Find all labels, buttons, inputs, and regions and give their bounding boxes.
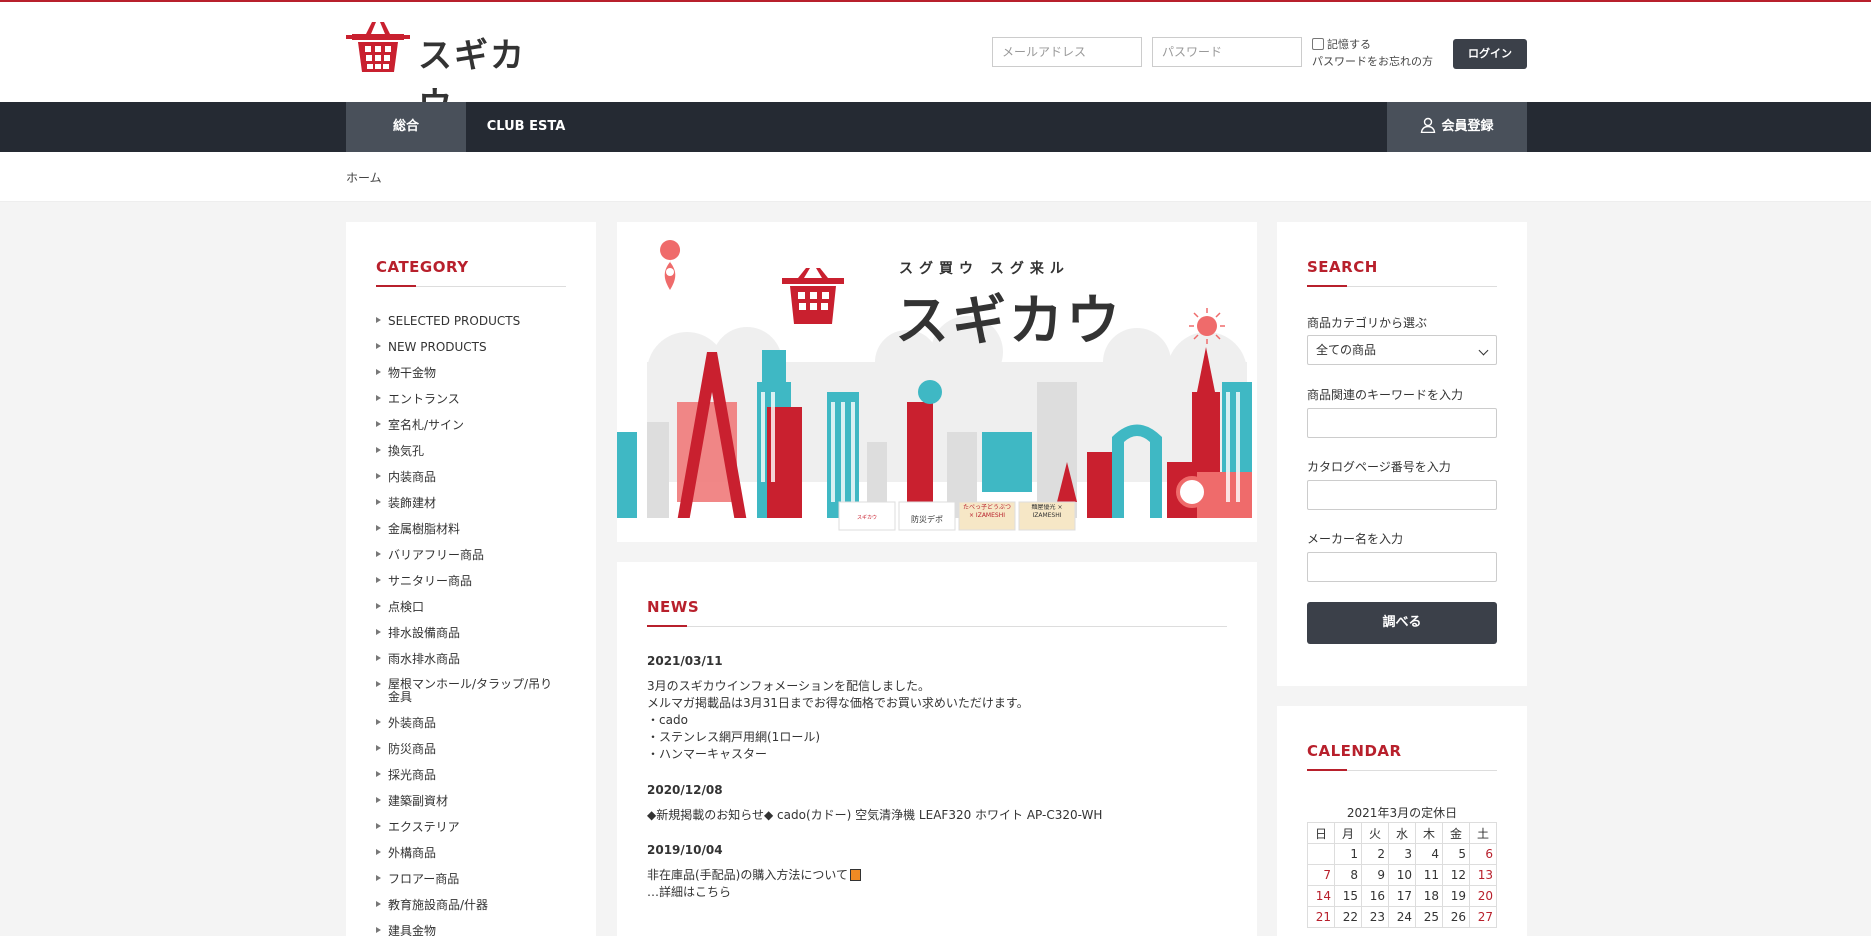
category-item[interactable]: SELECTED PRODUCTS [376,314,576,328]
calendar-title-rule [1307,769,1497,771]
news-date: 2021/03/11 [647,654,723,668]
category-item[interactable]: NEW PRODUCTS [376,340,576,354]
email-input[interactable]: メールアドレス [992,37,1142,67]
new-badge-icon [850,869,862,881]
user-icon [1421,117,1436,134]
chevron-down-icon [1478,345,1489,356]
password-input[interactable]: パスワード [1152,37,1302,67]
news-title: NEWS [647,598,700,616]
hero-banner[interactable]: スグ買ウ スグ来ル スギカウ スギカウ 防災デポ たべっ子どうぶつ × IZAM… [617,222,1257,542]
keyword-label: 商品関連のキーワードを入力 [1307,388,1464,402]
category-title: CATEGORY [376,258,469,276]
main-nav: 総合 CLUB ESTA 会員登録 [0,102,1871,152]
details-link[interactable]: …詳細はこちら [647,884,861,901]
category-item[interactable]: 換気孔 [376,444,576,458]
category-item[interactable]: 外装商品 [376,716,576,730]
map-pin-icon [660,240,681,290]
category-panel: CATEGORY SELECTED PRODUCTS NEW PRODUCTS … [346,222,596,936]
site-header: スギカウ メールアドレス パスワード 記憶する パスワードをお忘れの方 ログイン [0,2,1871,125]
banner-thumb-menya[interactable]: 麺屋優光 × IZAMESHI [1021,504,1073,520]
category-item[interactable]: エントランス [376,392,576,406]
category-item[interactable]: 室名札/サイン [376,418,576,432]
category-select-label: 商品カテゴリから選ぶ [1307,316,1428,330]
catalog-label: カタログページ番号を入力 [1307,460,1451,474]
register-button[interactable]: 会員登録 [1387,102,1527,152]
tab-club-esta[interactable]: CLUB ESTA [466,102,586,152]
category-item[interactable]: 装飾建材 [376,496,576,510]
remember-area: 記憶する パスワードをお忘れの方 [1312,36,1433,70]
category-item[interactable]: サニタリー商品 [376,574,576,588]
category-item[interactable]: 金属樹脂材料 [376,522,576,536]
login-button[interactable]: ログイン [1453,39,1527,69]
search-title: SEARCH [1307,258,1378,276]
news-body[interactable]: ◆新規掲載のお知らせ◆ cado(カドー) 空気清浄機 LEAF320 ホワイト… [647,807,1102,824]
catalog-page-input[interactable] [1307,480,1497,510]
category-item[interactable]: エクステリア [376,820,576,834]
calendar-week: 7 8 9 10 11 12 13 [1307,864,1497,886]
news-date: 2020/12/08 [647,783,723,797]
news-body: 3月のスギカウインフォメーションを配信しました。 メルマガ掲載品は3月31日まで… [647,679,1029,761]
category-item[interactable]: バリアフリー商品 [376,548,576,562]
maker-label: メーカー名を入力 [1307,532,1404,546]
calendar-caption: 2021年3月の定休日 [1346,806,1458,820]
breadcrumb: ホーム [0,152,1871,202]
search-button[interactable]: 調べる [1307,602,1497,644]
category-item[interactable]: 外構商品 [376,846,576,860]
category-item[interactable]: 建築副資材 [376,794,576,808]
calendar-title: CALENDAR [1307,742,1402,760]
calendar-week: 1 2 3 4 5 6 [1307,843,1497,865]
banner-thumb-bosai[interactable]: 防災デポ [901,514,953,525]
category-item[interactable]: 防災商品 [376,742,576,756]
banner-thumb-sugikau[interactable]: スギカウ [841,514,893,521]
category-item[interactable]: フロアー商品 [376,872,576,886]
calendar-week: 21 22 23 24 25 26 27 [1307,906,1497,928]
maker-input[interactable] [1307,552,1497,582]
news-title-rule [647,625,1227,627]
hero-brand: スギカウ [895,289,1123,352]
banner-thumb-tabekko[interactable]: たべっ子どうぶつ × IZAMESHI [961,504,1013,520]
category-select[interactable]: 全ての商品 [1307,335,1497,365]
news-date: 2019/10/04 [647,843,723,857]
category-item[interactable]: 採光商品 [376,768,576,782]
calendar-week: 14 15 16 17 18 19 20 [1307,885,1497,907]
keyword-input[interactable] [1307,408,1497,438]
category-list: SELECTED PRODUCTS NEW PRODUCTS 物干金物 エントラ… [376,314,576,936]
site-logo[interactable]: スギカウ [346,22,536,125]
news-panel: NEWS 2021/03/11 3月のスギカウインフォメーションを配信しました。… [617,562,1257,936]
calendar-table: 日 月 火 水 木 金 土 1 2 3 4 5 6 7 8 9 10 11 12… [1307,822,1497,928]
news-body: 非在庫品(手配品)の購入方法について …詳細はこちら [647,867,862,901]
category-item[interactable]: 建具金物 [376,924,576,936]
checkbox-icon[interactable] [1312,38,1324,50]
category-item[interactable]: 物干金物 [376,366,576,380]
tab-general[interactable]: 総合 [346,102,466,152]
category-title-rule [376,285,566,287]
hero-tagline: スグ買ウ スグ来ル [899,261,1070,277]
category-item[interactable]: 屋根マンホール/タラップ/吊り金具 [376,678,556,704]
search-title-rule [1307,285,1497,287]
breadcrumb-home[interactable]: ホーム [346,169,382,186]
category-item[interactable]: 点検口 [376,600,576,614]
calendar-weekday-row: 日 月 火 水 木 金 土 [1307,822,1497,844]
search-panel: SEARCH 商品カテゴリから選ぶ 全ての商品 商品関連のキーワードを入力 カタ… [1277,222,1527,686]
remember-checkbox[interactable]: 記憶する [1312,36,1433,53]
category-item[interactable]: 雨水排水商品 [376,652,576,666]
category-item[interactable]: 教育施設商品/什器 [376,898,576,912]
category-item[interactable]: 内装商品 [376,470,576,484]
forgot-password-link[interactable]: パスワードをお忘れの方 [1312,53,1433,70]
category-item[interactable]: 排水設備商品 [376,626,576,640]
calendar-panel: CALENDAR 2021年3月の定休日 日 月 火 水 木 金 土 1 2 3… [1277,706,1527,936]
